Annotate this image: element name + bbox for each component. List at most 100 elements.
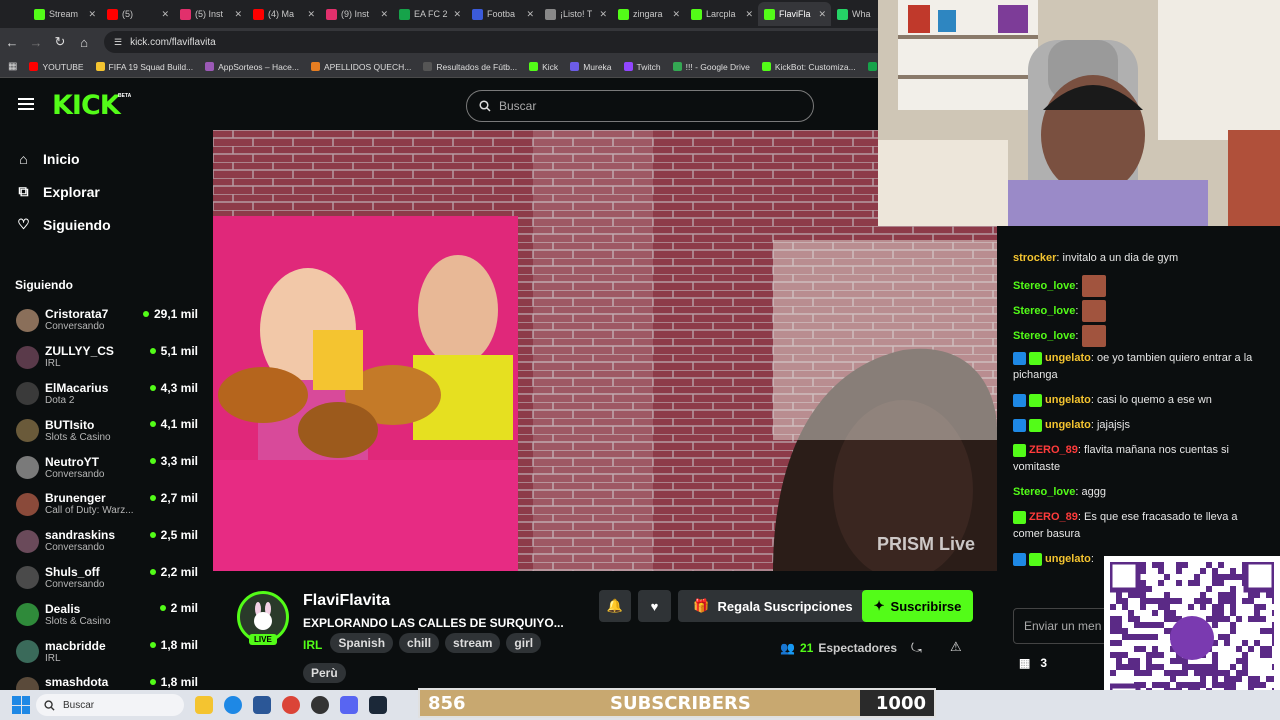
chat-username[interactable]: ZERO_89 [1029, 444, 1078, 456]
bookmark-item[interactable]: KickBot: Customiza... [761, 62, 856, 72]
followed-channel[interactable]: Brunenger Call of Duty: Warz... 2,7 mil [0, 486, 213, 523]
close-tab-icon[interactable]: ✕ [745, 9, 753, 20]
stream-tag[interactable]: Perù [303, 663, 346, 683]
browser-tab[interactable]: ¡Listo! T ✕ [539, 2, 612, 26]
stream-tag[interactable]: chill [399, 633, 440, 653]
taskbar-search[interactable]: Buscar [36, 694, 184, 716]
category-link[interactable]: IRL [303, 638, 322, 652]
close-tab-icon[interactable]: ✕ [380, 9, 388, 20]
bookmark-item[interactable]: Twitch [623, 62, 661, 72]
chat-username[interactable]: ungelato [1045, 352, 1091, 364]
followed-channel[interactable]: ElMacarius Dota 2 4,3 mil [0, 376, 213, 413]
chat-input[interactable]: Enviar un men [1013, 608, 1113, 644]
close-tab-icon[interactable]: ✕ [307, 9, 315, 20]
followed-channel[interactable]: NeutroYT Conversando 3,3 mil [0, 449, 213, 486]
subscribe-button[interactable]: ✦ Suscribirse [862, 590, 973, 622]
chat-badge-icon [1013, 418, 1026, 432]
browser-tab[interactable]: FlaviFla ✕ [758, 2, 831, 26]
browser-tab[interactable]: Larcpla ✕ [685, 2, 758, 26]
notification-button[interactable]: 🔔 [599, 590, 631, 622]
chat-badge-icon [1029, 552, 1042, 566]
chat-username[interactable]: ungelato [1045, 419, 1091, 431]
stream-tag[interactable]: girl [506, 633, 542, 653]
search-input[interactable]: Buscar [466, 90, 814, 122]
sidebar-nav-siguiendo[interactable]: ♡ Siguiendo [0, 208, 213, 241]
site-info-icon[interactable]: ☰ [114, 37, 122, 48]
obs-icon[interactable] [311, 696, 329, 714]
bookmark-label: !!! - Google Drive [685, 61, 750, 72]
channel-viewers: 4,1 mil [149, 417, 198, 431]
bookmark-item[interactable]: FIFA 19 Squad Build... [95, 62, 193, 72]
close-tab-icon[interactable]: ✕ [161, 9, 169, 20]
chat-username[interactable]: ZERO_89 [1029, 511, 1078, 523]
report-icon[interactable]: ⚠ [950, 639, 962, 655]
browser-tab[interactable]: (5) ✕ [101, 2, 174, 26]
browser-tab[interactable]: zingara ✕ [612, 2, 685, 26]
followed-channel[interactable]: Dealis Slots & Casino 2 mil [0, 596, 213, 633]
url-input[interactable]: ☰ kick.com/flaviflavita [104, 31, 1004, 53]
browser-tab[interactable]: Footba ✕ [466, 2, 539, 26]
chat-username[interactable]: strocker [1013, 252, 1056, 264]
followed-channel[interactable]: BUTIsito Slots & Casino 4,1 mil [0, 412, 213, 449]
channel-name[interactable]: FlaviFlavita [303, 592, 390, 610]
bookmark-item[interactable]: !!! - Google Drive [672, 61, 750, 72]
kick-logo[interactable]: KICK [52, 90, 121, 121]
bookmark-label: YOUTUBE [42, 61, 84, 72]
chat-username[interactable]: Stereo_love [1013, 280, 1075, 292]
followed-channel[interactable]: macbridde IRL 1,8 mil [0, 633, 213, 670]
stream-tag[interactable]: Spanish [330, 633, 394, 653]
forward-icon[interactable]: → [24, 35, 48, 50]
reload-icon[interactable]: ↻ [48, 34, 72, 50]
chat-username[interactable]: ungelato [1045, 394, 1091, 406]
browser-tab[interactable]: (9) Inst ✕ [320, 2, 393, 26]
followed-channel[interactable]: ZULLYY_CS IRL 5,1 mil [0, 339, 213, 376]
close-tab-icon[interactable]: ✕ [672, 9, 680, 20]
discord-icon[interactable] [340, 696, 358, 714]
browser-tab[interactable]: (4) Ma ✕ [247, 2, 320, 26]
channel-viewers: 4,3 mil [149, 381, 198, 395]
close-tab-icon[interactable]: ✕ [453, 9, 461, 20]
edge-icon[interactable] [224, 696, 242, 714]
bookmark-item[interactable]: Resultados de Fútb... [423, 62, 517, 72]
close-tab-icon[interactable]: ✕ [818, 9, 826, 20]
back-icon[interactable]: ← [0, 35, 24, 50]
bookmark-item[interactable]: AppSorteos – Hace... [205, 62, 299, 72]
apps-icon[interactable]: ▦ [8, 61, 17, 72]
store-icon[interactable] [253, 696, 271, 714]
browser-tab[interactable]: EA FC 2 ✕ [393, 2, 466, 26]
followed-channel[interactable]: Cristorata7 Conversando 29,1 mil [0, 302, 213, 339]
file-explorer-icon[interactable] [195, 696, 213, 714]
menu-icon[interactable] [18, 98, 34, 110]
chat-username[interactable]: ungelato [1045, 553, 1091, 565]
bookmark-item[interactable]: Kick [529, 62, 558, 72]
share-icon[interactable]: ⤿ [911, 640, 922, 656]
chat-badge-icon [1013, 510, 1026, 524]
browser-tab[interactable]: (5) Inst ✕ [174, 2, 247, 26]
sidebar-nav-explorar[interactable]: ⧉ Explorar [0, 175, 213, 208]
chat-username[interactable]: Stereo_love [1013, 486, 1075, 498]
chat-username[interactable]: Stereo_love [1013, 305, 1075, 317]
live-dot-icon [149, 494, 156, 501]
steam-icon[interactable] [369, 696, 387, 714]
follow-button[interactable]: ♥ [638, 590, 671, 622]
sidebar: ⌂ Inicio ⧉ Explorar ♡ Siguiendo Siguiendo Cri… [0, 130, 213, 700]
home-browser-icon[interactable]: ⌂ [72, 35, 96, 50]
gift-subs-button[interactable]: 🎁 Regala Suscripciones [678, 590, 868, 622]
close-tab-icon[interactable]: ✕ [234, 9, 242, 20]
windows-start-icon[interactable] [12, 696, 30, 714]
chat-username[interactable]: Stereo_love [1013, 330, 1075, 342]
followed-channel[interactable]: sandraskins Conversando 2,5 mil [0, 523, 213, 560]
tab-label: FlaviFla [779, 9, 811, 19]
followed-channel[interactable]: Shuls_off Conversando 2,2 mil [0, 560, 213, 597]
chrome-icon[interactable] [282, 696, 300, 714]
sidebar-nav-inicio[interactable]: ⌂ Inicio [0, 142, 213, 175]
close-tab-icon[interactable]: ✕ [599, 9, 607, 20]
bookmark-item[interactable]: APELLIDOS QUECH... [310, 62, 411, 72]
bookmark-item[interactable]: Mureka [570, 62, 612, 72]
stream-tag[interactable]: stream [445, 633, 501, 653]
chat-badge-icon [1013, 552, 1026, 566]
close-tab-icon[interactable]: ✕ [88, 9, 96, 20]
bookmark-item[interactable]: YOUTUBE [29, 61, 84, 72]
browser-tab[interactable]: Stream ✕ [28, 2, 101, 26]
close-tab-icon[interactable]: ✕ [526, 9, 534, 20]
